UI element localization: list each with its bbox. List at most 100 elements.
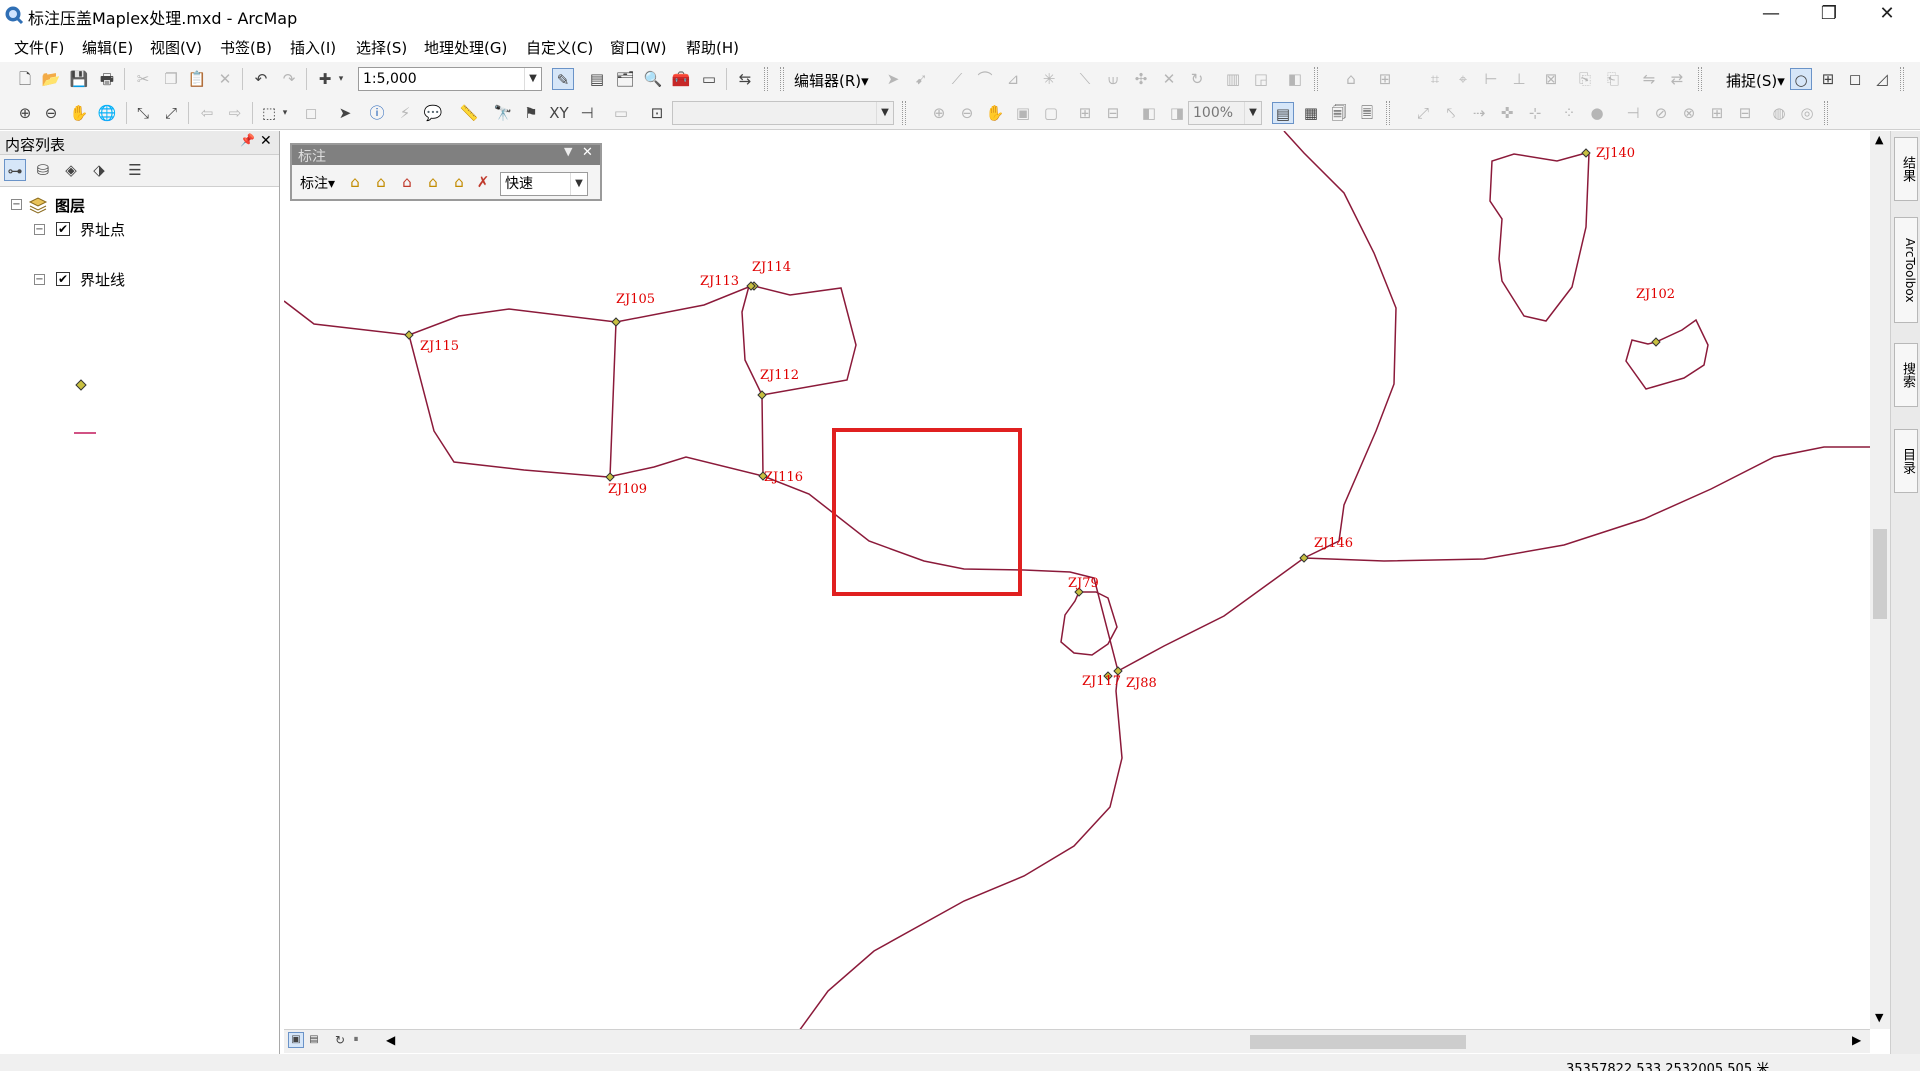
full-extent-icon[interactable]: 🌐 bbox=[96, 102, 118, 124]
copy-icon[interactable]: ❐ bbox=[160, 68, 182, 90]
pause-drawing-icon[interactable]: ⏸ bbox=[348, 1032, 364, 1048]
zoom-out-icon[interactable]: ⊖ bbox=[40, 102, 62, 124]
network-analyst-icon[interactable]: ◍ bbox=[1768, 102, 1790, 124]
layer-visibility-checkbox[interactable]: ✔ bbox=[56, 222, 70, 236]
list-by-drawing-order-icon[interactable]: ⊶ bbox=[4, 159, 26, 181]
layer-label[interactable]: 界址点 bbox=[80, 219, 125, 240]
georef-table-icon[interactable]: ⊹ bbox=[1524, 102, 1546, 124]
select-features-icon[interactable]: ⬚ bbox=[258, 102, 280, 124]
menu-view[interactable]: 视图(V) bbox=[150, 37, 202, 58]
vertex-snapping-icon[interactable]: ◻ bbox=[1844, 68, 1866, 90]
data-view-icon[interactable]: ▣ bbox=[288, 1032, 304, 1048]
scroll-left-icon[interactable]: ◀ bbox=[386, 1033, 395, 1047]
labeling-quality-combo[interactable]: 快速 ▼ bbox=[500, 172, 588, 196]
go-to-xy-icon[interactable]: XY bbox=[548, 102, 570, 124]
identify-icon[interactable]: ⓘ bbox=[366, 102, 388, 124]
menu-file[interactable]: 文件(F) bbox=[14, 37, 64, 58]
options-icon[interactable]: ☰ bbox=[124, 159, 146, 181]
synchronize-icon[interactable]: ⇄ bbox=[1666, 68, 1688, 90]
point-tool-icon[interactable]: ✳ bbox=[1038, 68, 1060, 90]
edit-tool-icon[interactable]: ➤ bbox=[882, 68, 904, 90]
horizontal-scroll-thumb[interactable] bbox=[1250, 1035, 1466, 1049]
create-viewer-icon[interactable]: ▭ bbox=[610, 102, 632, 124]
topology-edit-icon[interactable]: ⌖ bbox=[1452, 68, 1474, 90]
add-data-icon[interactable]: ✚ bbox=[314, 68, 336, 90]
toolbar-options-icon[interactable]: ▼ bbox=[564, 145, 572, 158]
pan-icon[interactable]: ✋ bbox=[68, 102, 90, 124]
split-tool-icon[interactable]: ✕ bbox=[1158, 68, 1180, 90]
label-manager-menu[interactable]: 标注▾ bbox=[300, 173, 335, 193]
collapse-group-icon[interactable]: − bbox=[11, 199, 22, 210]
end-snapping-icon[interactable]: ⊞ bbox=[1817, 68, 1839, 90]
layout-zoom-combo[interactable]: 100% ▼ bbox=[1188, 101, 1262, 125]
cogo-split-icon[interactable]: ⊞ bbox=[1706, 102, 1728, 124]
point-snapping-icon[interactable]: ○ bbox=[1790, 68, 1812, 90]
reshape-icon[interactable]: ⟒ bbox=[1102, 68, 1124, 90]
select-dropdown-icon[interactable]: ▾ bbox=[280, 102, 290, 124]
georef-rotate-icon[interactable]: ⤢ bbox=[1412, 102, 1434, 124]
map-canvas[interactable]: ZJ140 ZJ102 ZJ114 ZJ113 ZJ105 ZJ115 ZJ112 ZJ116… bbox=[284, 131, 1870, 1029]
menu-selection[interactable]: 选择(S) bbox=[356, 37, 407, 58]
fixed-zoom-out-layout-icon[interactable]: ⊟ bbox=[1102, 102, 1124, 124]
menu-insert[interactable]: 插入(I) bbox=[290, 37, 336, 58]
trace-icon[interactable]: ⊿ bbox=[1002, 68, 1024, 90]
labeling-toolbar-titlebar[interactable]: 标注 ▼ ✕ bbox=[292, 145, 600, 165]
parcel-editor-icon[interactable]: ⊠ bbox=[1540, 68, 1562, 90]
pause-labeling-icon[interactable]: ⌂ bbox=[422, 171, 444, 193]
redo-icon[interactable]: ↷ bbox=[278, 68, 300, 90]
scroll-up-icon[interactable]: ▲ bbox=[1875, 133, 1883, 146]
search-tab[interactable]: 搜索 bbox=[1894, 343, 1918, 407]
catalog-window-icon[interactable]: 🗂 bbox=[614, 68, 636, 90]
edit-vertices-icon[interactable]: ⟍ bbox=[1074, 68, 1096, 90]
fixed-zoom-in-layout-icon[interactable]: ⊞ bbox=[1074, 102, 1096, 124]
pin-icon[interactable]: 📌 bbox=[240, 133, 255, 147]
spatial-adjust-icon[interactable]: ⊞ bbox=[1374, 68, 1396, 90]
network-solve-icon[interactable]: ◎ bbox=[1796, 102, 1818, 124]
go-back-icon[interactable]: ⇦ bbox=[196, 102, 218, 124]
versioning-icon[interactable]: ⎘ bbox=[1574, 68, 1596, 90]
layer-group-label[interactable]: 图层 bbox=[55, 195, 85, 216]
print-icon[interactable]: 🖶 bbox=[96, 68, 118, 90]
scroll-right-icon[interactable]: ▶ bbox=[1852, 1033, 1861, 1047]
zoom-in-icon[interactable]: ⊕ bbox=[14, 102, 36, 124]
search-window-icon[interactable]: 🔍 bbox=[642, 68, 664, 90]
layout-zoom-out-icon[interactable]: ⊖ bbox=[956, 102, 978, 124]
scroll-down-icon[interactable]: ▼ bbox=[1875, 1011, 1883, 1024]
select-elements-icon[interactable]: ➤ bbox=[334, 102, 356, 124]
end-point-arc-icon[interactable]: ⌒ bbox=[974, 68, 996, 90]
data-driven-pages-icon[interactable]: 🗏 bbox=[1356, 102, 1378, 124]
find-route-icon[interactable]: ⚑ bbox=[520, 102, 542, 124]
cogo-proportion-icon[interactable]: ⊟ bbox=[1734, 102, 1756, 124]
layer-combo[interactable]: ▼ bbox=[672, 101, 894, 125]
refresh-icon[interactable]: ↻ bbox=[332, 1032, 348, 1048]
shared-features-icon[interactable]: ⊥ bbox=[1508, 68, 1530, 90]
overview-icon[interactable]: ⊡ bbox=[646, 102, 668, 124]
topology-icon[interactable]: ⌂ bbox=[1340, 68, 1362, 90]
map-scale-combo[interactable]: 1:5,000 ▼ bbox=[358, 67, 542, 91]
open-folder-icon[interactable]: 📂 bbox=[40, 68, 62, 90]
model-builder-icon[interactable]: ⇆ bbox=[734, 68, 756, 90]
snapping-menu[interactable]: 捕捉(S)▾ bbox=[1726, 70, 1785, 91]
editor-menu[interactable]: 编辑器(R)▾ bbox=[794, 70, 869, 91]
globe-icon[interactable]: ● bbox=[1586, 102, 1608, 124]
go-forward-icon[interactable]: ⇨ bbox=[224, 102, 246, 124]
georef-shift-icon[interactable]: ⤣ bbox=[1440, 102, 1462, 124]
lock-labels-icon[interactable]: ⌂ bbox=[396, 171, 418, 193]
create-features-icon[interactable]: ◧ bbox=[1284, 68, 1306, 90]
layer-visibility-checkbox[interactable]: ✔ bbox=[56, 272, 70, 286]
view-unplaced-labels-icon[interactable]: ⌂ bbox=[448, 171, 470, 193]
layout-pan-icon[interactable]: ✋ bbox=[984, 102, 1006, 124]
add-data-dropdown-icon[interactable]: ▾ bbox=[336, 68, 346, 90]
python-window-icon[interactable]: ▭ bbox=[698, 68, 720, 90]
html-popup-icon[interactable]: 💬 bbox=[422, 102, 444, 124]
fixed-zoom-out-icon[interactable]: ⤢ bbox=[160, 102, 182, 124]
edit-annotation-icon[interactable]: ➹ bbox=[910, 68, 932, 90]
menu-edit[interactable]: 编辑(E) bbox=[82, 37, 133, 58]
label-weight-icon[interactable]: ⌂ bbox=[370, 171, 392, 193]
paste-icon[interactable]: 📋 bbox=[186, 68, 208, 90]
clear-selection-icon[interactable]: ◻ bbox=[300, 102, 322, 124]
toolbar-close-icon[interactable]: ✕ bbox=[582, 145, 593, 160]
attributes-icon[interactable]: ▥ bbox=[1222, 68, 1244, 90]
focus-data-frame-icon[interactable]: ▦ bbox=[1300, 102, 1322, 124]
checkout-icon[interactable]: ⎗ bbox=[1602, 68, 1624, 90]
